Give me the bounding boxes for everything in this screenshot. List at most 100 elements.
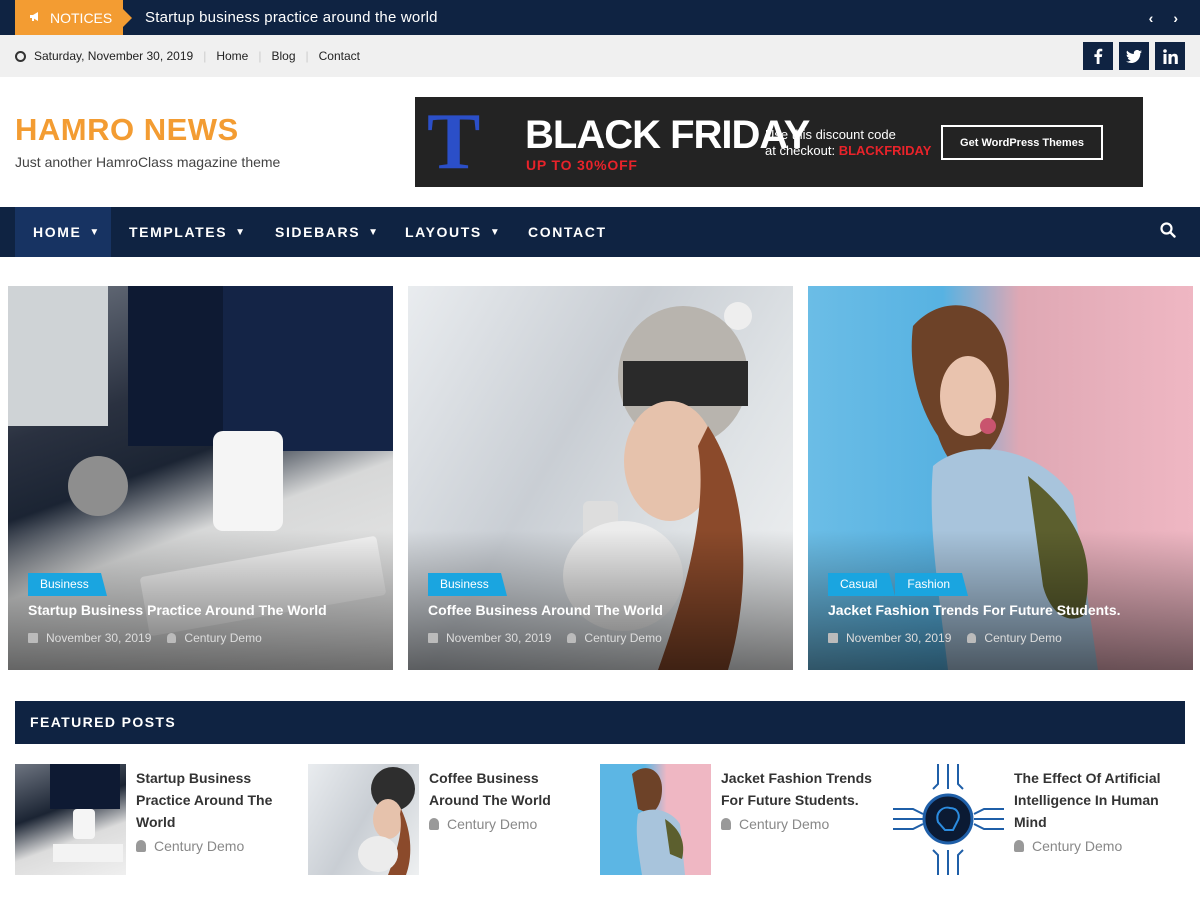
featured-post-item: The Effect Of Artificial Intelligence In… <box>893 764 1173 876</box>
nav-label: CONTACT <box>528 224 607 240</box>
featured-post-title[interactable]: The Effect Of Artificial Intelligence In… <box>1014 767 1169 833</box>
category-badge[interactable]: Business <box>428 573 507 596</box>
nav-label: LAYOUTS <box>405 224 482 240</box>
linkedin-icon[interactable] <box>1155 42 1185 70</box>
calendar-icon <box>28 633 38 643</box>
nav-item-sidebars[interactable]: SIDEBARS ▼ <box>275 207 380 257</box>
megaphone-icon <box>29 11 42 25</box>
current-date: Saturday, November 30, 2019 <box>34 49 194 63</box>
post-author-name[interactable]: Century Demo <box>739 816 829 832</box>
featured-post-title[interactable]: Startup Business Practice Around The Wor… <box>136 767 291 833</box>
chevron-down-icon: ▼ <box>368 226 380 238</box>
nav-label: HOME <box>33 224 82 240</box>
calendar-icon <box>428 633 438 643</box>
clock-icon <box>15 50 26 62</box>
post-author[interactable]: Century Demo <box>1014 838 1122 854</box>
notice-label: NOTICES <box>15 0 132 35</box>
user-icon <box>167 633 177 643</box>
site-title[interactable]: HAMRO NEWS <box>15 112 239 148</box>
ad-banner[interactable]: T BLACK FRIDAY UP TO 30%OFF Use this dis… <box>415 97 1143 187</box>
user-icon <box>1014 840 1024 852</box>
category-list: Business <box>428 573 507 596</box>
top-bar: Saturday, November 30, 2019 | Home | Blo… <box>0 35 1200 77</box>
social-links <box>1083 42 1185 70</box>
post-author[interactable]: Century Demo <box>584 631 661 645</box>
featured-posts-heading: FEATURED POSTS <box>15 701 1185 744</box>
featured-post-thumbnail[interactable] <box>15 764 126 875</box>
ad-code: BLACKFRIDAY <box>838 143 932 158</box>
featured-post-thumbnail[interactable] <box>308 764 419 875</box>
ad-code-line1: Use this discount code <box>765 127 896 142</box>
featured-post-item: Coffee Business Around The World Century… <box>308 764 588 876</box>
top-link-blog[interactable]: Blog <box>271 49 295 63</box>
user-icon <box>967 633 977 643</box>
facebook-icon[interactable] <box>1083 42 1113 70</box>
ad-logo: T <box>427 98 481 186</box>
category-badge[interactable]: Casual <box>828 573 896 596</box>
ad-subheadline: UP TO 30%OFF <box>526 157 638 173</box>
nav-item-contact[interactable]: CONTACT <box>528 207 607 257</box>
ad-code-line2: at checkout: <box>765 143 839 158</box>
hero-post-card[interactable]: Business Coffee Business Around The Worl… <box>408 286 793 670</box>
post-author-name[interactable]: Century Demo <box>1032 838 1122 854</box>
ad-code-text: Use this discount code at checkout: BLAC… <box>765 127 931 159</box>
category-badge[interactable]: Business <box>28 573 107 596</box>
featured-post-thumbnail[interactable] <box>600 764 711 875</box>
post-meta: November 30, 2019 Century Demo <box>828 631 1062 645</box>
main-nav: HOME ▼ TEMPLATES ▼ SIDEBARS ▼ LAYOUTS ▼ CONT… <box>0 207 1200 257</box>
user-icon <box>136 840 146 852</box>
chevron-down-icon: ▼ <box>235 226 247 238</box>
featured-post-item: Jacket Fashion Trends For Future Student… <box>600 764 880 876</box>
post-date[interactable]: November 30, 2019 <box>446 631 551 645</box>
notice-ticker-link[interactable]: Startup business practice around the wor… <box>145 0 438 35</box>
hero-post-title[interactable]: Startup Business Practice Around The Wor… <box>28 602 327 618</box>
category-list: Casual Fashion <box>828 573 968 596</box>
twitter-icon[interactable] <box>1119 42 1149 70</box>
featured-post-item: Startup Business Practice Around The Wor… <box>15 764 295 876</box>
post-meta: November 30, 2019 Century Demo <box>428 631 662 645</box>
post-author-name[interactable]: Century Demo <box>154 838 244 854</box>
notice-bar: NOTICES Startup business practice around… <box>0 0 1200 35</box>
chevron-right-icon[interactable]: › <box>1173 10 1178 26</box>
divider: | <box>203 49 207 63</box>
chevron-down-icon: ▼ <box>489 226 502 238</box>
post-author[interactable]: Century Demo <box>721 816 829 832</box>
top-link-contact[interactable]: Contact <box>319 49 360 63</box>
post-author[interactable]: Century Demo <box>136 838 244 854</box>
category-list: Business <box>28 573 107 596</box>
notice-label-text: NOTICES <box>50 9 113 26</box>
post-meta: November 30, 2019 Century Demo <box>28 631 262 645</box>
post-author[interactable]: Century Demo <box>429 816 537 832</box>
divider: | <box>305 49 309 63</box>
hero-post-card[interactable]: Casual Fashion Jacket Fashion Trends For… <box>808 286 1193 670</box>
nav-label: SIDEBARS <box>275 224 361 240</box>
post-author[interactable]: Century Demo <box>984 631 1061 645</box>
featured-post-thumbnail[interactable] <box>893 764 1004 875</box>
ad-cta-button[interactable]: Get WordPress Themes <box>941 125 1103 160</box>
top-link-home[interactable]: Home <box>216 49 248 63</box>
search-icon[interactable] <box>1160 222 1178 240</box>
user-icon <box>567 633 577 643</box>
hero-post-title[interactable]: Coffee Business Around The World <box>428 602 663 618</box>
post-author[interactable]: Century Demo <box>184 631 261 645</box>
post-author-name[interactable]: Century Demo <box>447 816 537 832</box>
featured-post-title[interactable]: Jacket Fashion Trends For Future Student… <box>721 767 876 811</box>
featured-post-title[interactable]: Coffee Business Around The World <box>429 767 584 811</box>
nav-item-layouts[interactable]: LAYOUTS ▼ <box>405 207 501 257</box>
nav-label: TEMPLATES <box>129 224 228 240</box>
notice-arrows: ‹ › <box>1149 0 1178 35</box>
image-overlay <box>408 530 793 670</box>
calendar-icon <box>828 633 838 643</box>
nav-item-templates[interactable]: TEMPLATES ▼ <box>129 207 247 257</box>
chevron-left-icon[interactable]: ‹ <box>1149 10 1154 26</box>
hero-post-title[interactable]: Jacket Fashion Trends For Future Student… <box>828 602 1121 618</box>
nav-item-home[interactable]: HOME ▼ <box>15 207 111 257</box>
site-tagline: Just another HamroClass magazine theme <box>15 154 281 170</box>
post-date[interactable]: November 30, 2019 <box>46 631 151 645</box>
hero-post-card[interactable]: Business Startup Business Practice Aroun… <box>8 286 393 670</box>
divider: | <box>258 49 262 63</box>
chevron-down-icon: ▼ <box>89 226 101 238</box>
user-icon <box>721 818 731 830</box>
post-date[interactable]: November 30, 2019 <box>846 631 951 645</box>
category-badge[interactable]: Fashion <box>895 573 968 596</box>
